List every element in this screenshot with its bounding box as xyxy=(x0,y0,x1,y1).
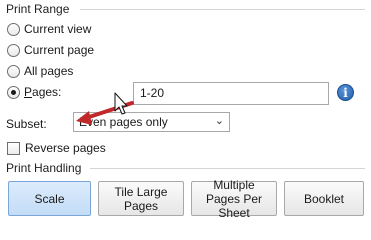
radio-current-view[interactable]: Current view xyxy=(7,21,91,37)
section-divider xyxy=(80,9,365,10)
reverse-pages-label: Reverse pages xyxy=(25,141,106,155)
tile-large-pages-button[interactable]: Tile Large Pages xyxy=(98,181,184,216)
radio-pages[interactable]: Pages: xyxy=(7,84,61,100)
radio-label: Current page xyxy=(24,43,95,57)
button-label: Scale xyxy=(34,191,65,206)
radio-button[interactable] xyxy=(7,22,20,36)
radio-label: All pages xyxy=(24,64,74,78)
pages-input[interactable]: 1-20 xyxy=(133,82,329,105)
radio-button-selected[interactable] xyxy=(7,85,20,99)
scale-button[interactable]: Scale xyxy=(8,181,91,216)
subset-selected-value: Even pages only xyxy=(79,115,168,129)
radio-all-pages[interactable]: All pages xyxy=(7,63,73,79)
reverse-pages-checkbox[interactable] xyxy=(7,141,20,155)
radio-label: Pages: xyxy=(24,85,62,99)
reverse-pages-checkbox-row[interactable]: Reverse pages xyxy=(7,141,106,155)
radio-label: Current view xyxy=(24,22,92,36)
info-icon[interactable]: i xyxy=(337,84,354,101)
button-label: Tile Large Pages xyxy=(114,184,168,213)
print-range-title: Print Range xyxy=(6,2,70,16)
radio-button[interactable] xyxy=(7,64,20,78)
radio-current-page[interactable]: Current page xyxy=(7,42,94,58)
button-label: Multiple Pages Per Sheet xyxy=(205,177,263,220)
section-divider xyxy=(90,168,365,169)
subset-label: Subset: xyxy=(6,117,47,131)
booklet-button[interactable]: Booklet xyxy=(284,181,364,216)
subset-dropdown[interactable]: Even pages only ⌄ xyxy=(73,112,230,132)
mouse-pointer-icon xyxy=(114,92,128,115)
multiple-pages-per-sheet-button[interactable]: Multiple Pages Per Sheet xyxy=(191,178,277,220)
radio-button[interactable] xyxy=(7,43,20,57)
button-label: Booklet xyxy=(303,191,345,206)
chevron-down-icon: ⌄ xyxy=(214,115,224,127)
print-handling-title: Print Handling xyxy=(6,161,82,175)
